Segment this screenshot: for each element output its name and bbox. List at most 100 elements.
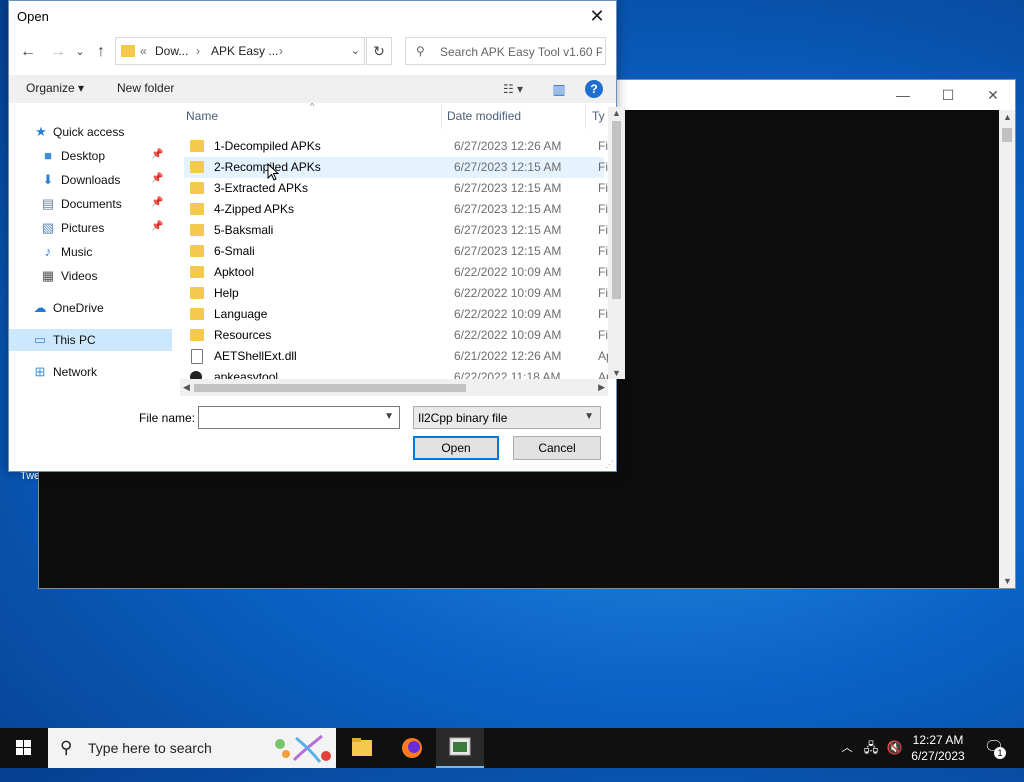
file-row[interactable]: 5-Baksmali 6/27/2023 12:15 AM Fi bbox=[184, 220, 608, 241]
scroll-down-icon[interactable]: ▼ bbox=[612, 368, 621, 378]
nav-item-pictures[interactable]: ▧ Pictures 📌 bbox=[9, 217, 172, 239]
address-bar[interactable]: « Dow... › APK Easy ... › ⌄ bbox=[115, 37, 365, 65]
file-row[interactable]: Language 6/22/2022 10:09 AM Fi bbox=[184, 304, 608, 325]
up-icon[interactable]: ↑ bbox=[90, 41, 112, 63]
scroll-right-icon[interactable]: ▶ bbox=[598, 382, 605, 393]
forward-icon[interactable]: → bbox=[47, 41, 69, 63]
column-header-name[interactable]: Name bbox=[186, 109, 218, 123]
file-row[interactable]: Resources 6/22/2022 10:09 AM Fi bbox=[184, 325, 608, 346]
scroll-thumb[interactable] bbox=[612, 121, 621, 299]
file-list-horizontal-scrollbar[interactable]: ◀ ▶ bbox=[180, 379, 608, 396]
network-icon[interactable]: 🖧 bbox=[860, 728, 882, 768]
view-options-icon[interactable]: ☷ ▾ bbox=[495, 79, 531, 99]
scroll-thumb[interactable] bbox=[194, 384, 466, 392]
nav-item-label: Documents bbox=[61, 197, 122, 211]
pin-icon: 📌 bbox=[151, 197, 164, 208]
new-folder-button[interactable]: New folder bbox=[117, 81, 174, 95]
clock[interactable]: 12:27 AM 6/27/2023 bbox=[902, 732, 974, 764]
folder-icon bbox=[190, 287, 204, 299]
search-input[interactable]: Search APK Easy Tool v1.60 P... bbox=[440, 45, 602, 59]
resize-grip-icon[interactable]: ⋰ bbox=[605, 459, 614, 470]
cancel-button[interactable]: Cancel bbox=[513, 436, 601, 460]
file-list-vertical-scrollbar[interactable]: ▲ ▼ bbox=[608, 107, 625, 379]
file-row[interactable]: AETShellExt.dll 6/21/2022 12:26 AM Ap bbox=[184, 346, 608, 367]
recent-locations-icon[interactable]: ⌄ bbox=[69, 41, 91, 63]
show-hidden-icons-icon[interactable]: ︿ bbox=[838, 728, 856, 768]
file-row[interactable]: Apktool 6/22/2022 10:09 AM Fi bbox=[184, 262, 608, 283]
nav-item-this-pc[interactable]: ▭ This PC bbox=[9, 329, 172, 351]
nav-item-documents[interactable]: ▤ Documents 📌 bbox=[9, 193, 172, 215]
nav-item-label: Downloads bbox=[61, 173, 121, 187]
notifications-icon[interactable]: 🗨 1 bbox=[980, 728, 1008, 768]
search-icon: ⚲ bbox=[416, 44, 425, 58]
file-row[interactable]: 2-Recompiled APKs 6/27/2023 12:15 AM Fi bbox=[184, 157, 608, 178]
firefox-icon bbox=[402, 738, 422, 758]
file-row[interactable]: 6-Smali 6/27/2023 12:15 AM Fi bbox=[184, 241, 608, 262]
file-type-filter[interactable]: Il2Cpp binary file ▼ bbox=[413, 406, 601, 429]
column-header-type[interactable]: Ty bbox=[592, 109, 605, 123]
scroll-down-icon[interactable]: ▼ bbox=[1003, 576, 1012, 586]
maximize-icon[interactable]: ☐ bbox=[936, 86, 960, 104]
breadcrumb-downloads[interactable]: Dow... bbox=[155, 44, 188, 58]
file-date: 6/27/2023 12:15 AM bbox=[454, 181, 562, 195]
open-button[interactable]: Open bbox=[413, 436, 499, 460]
close-icon[interactable]: ✕ bbox=[586, 5, 608, 27]
console-scrollbar[interactable]: ▲ ▼ bbox=[999, 110, 1015, 588]
chevron-right-icon[interactable]: › bbox=[196, 44, 200, 58]
file-explorer-taskbar-icon[interactable] bbox=[338, 728, 386, 768]
column-header-date[interactable]: Date modified bbox=[447, 109, 521, 123]
file-date: 6/22/2022 10:09 AM bbox=[454, 307, 562, 321]
apk-easy-tool-taskbar-icon[interactable] bbox=[436, 728, 484, 768]
file-type: Fi bbox=[598, 286, 608, 300]
column-separator[interactable] bbox=[441, 105, 442, 129]
file-type: Ap bbox=[598, 349, 608, 363]
file-row[interactable]: Help 6/22/2022 10:09 AM Fi bbox=[184, 283, 608, 304]
scroll-left-icon[interactable]: ◀ bbox=[183, 382, 190, 393]
star-icon: ★ bbox=[35, 124, 47, 139]
close-icon[interactable]: ✕ bbox=[981, 86, 1005, 104]
file-name: Apktool bbox=[214, 265, 255, 279]
back-icon[interactable]: ← bbox=[17, 41, 39, 63]
nav-item-quick-access[interactable]: ★ Quick access bbox=[9, 121, 172, 143]
breadcrumb-overflow[interactable]: « bbox=[140, 44, 147, 58]
file-row[interactable]: 3-Extracted APKs 6/27/2023 12:15 AM Fi bbox=[184, 178, 608, 199]
nav-item-label: Pictures bbox=[61, 221, 105, 235]
breadcrumb-apk-easy-tool[interactable]: APK Easy ... bbox=[211, 44, 278, 58]
scroll-up-icon[interactable]: ▲ bbox=[1003, 112, 1012, 122]
help-icon[interactable]: ? bbox=[585, 80, 603, 98]
file-row[interactable]: 4-Zipped APKs 6/27/2023 12:15 AM Fi bbox=[184, 199, 608, 220]
nav-item-downloads[interactable]: ⬇ Downloads 📌 bbox=[9, 169, 172, 191]
nav-item-onedrive[interactable]: ☁ OneDrive bbox=[9, 297, 172, 319]
dll-file-icon bbox=[191, 349, 203, 364]
chevron-down-icon[interactable]: ▼ bbox=[584, 411, 594, 422]
minimize-icon[interactable]: — bbox=[891, 86, 915, 104]
windows-logo-icon bbox=[16, 740, 31, 755]
chevron-down-icon[interactable]: ⌄ bbox=[351, 44, 360, 57]
folder-icon bbox=[190, 329, 204, 341]
preview-pane-icon[interactable]: ▥ bbox=[549, 79, 569, 99]
refresh-icon[interactable]: ↻ bbox=[366, 37, 392, 65]
pin-icon: 📌 bbox=[151, 149, 164, 160]
nav-item-label: OneDrive bbox=[53, 301, 104, 315]
firefox-taskbar-icon[interactable] bbox=[388, 728, 436, 768]
search-box[interactable]: ⚲ Search APK Easy Tool v1.60 P... bbox=[405, 37, 606, 65]
file-date: 6/22/2022 10:09 AM bbox=[454, 286, 562, 300]
scroll-up-icon[interactable]: ▲ bbox=[612, 108, 621, 118]
chevron-right-icon[interactable]: › bbox=[279, 44, 283, 58]
nav-item-desktop[interactable]: ■ Desktop 📌 bbox=[9, 145, 172, 167]
scroll-thumb[interactable] bbox=[1002, 128, 1012, 142]
nav-item-network[interactable]: ⊞ Network bbox=[9, 361, 172, 383]
taskbar-search-input[interactable]: Type here to search bbox=[88, 740, 212, 756]
file-row[interactable]: 1-Decompiled APKs 6/27/2023 12:26 AM Fi bbox=[184, 136, 608, 157]
organize-button[interactable]: Organize ▾ bbox=[26, 81, 84, 95]
chevron-down-icon[interactable]: ▼ bbox=[384, 411, 394, 422]
nav-item-music[interactable]: ♪ Music bbox=[9, 241, 172, 263]
file-name: Resources bbox=[214, 328, 272, 342]
column-separator[interactable] bbox=[585, 105, 586, 129]
file-name-input[interactable]: ▼ bbox=[198, 406, 400, 429]
nav-item-videos[interactable]: ▦ Videos bbox=[9, 265, 172, 287]
taskbar-search-box[interactable]: ⚲ Type here to search bbox=[48, 728, 336, 768]
file-name: 3-Extracted APKs bbox=[214, 181, 309, 195]
app-window-icon bbox=[449, 737, 471, 756]
start-button[interactable] bbox=[0, 728, 48, 768]
